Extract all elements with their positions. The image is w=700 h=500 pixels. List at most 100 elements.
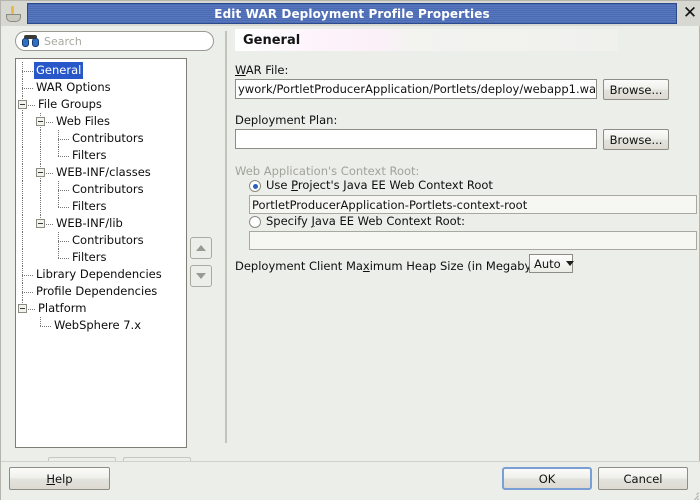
tree-item-filters[interactable]: Filters	[16, 147, 186, 164]
coffee-cup-icon	[3, 3, 25, 25]
specify-context-root-label: Specify Java EE Web Context Root:	[266, 214, 466, 228]
search-placeholder: Search	[44, 34, 82, 48]
section-header: General	[235, 29, 618, 51]
tree-guide	[58, 189, 69, 192]
tree-guide	[40, 317, 42, 326]
heap-size-value: Auto	[534, 256, 561, 271]
move-down-button[interactable]	[190, 265, 212, 287]
tree-guide	[58, 198, 60, 207]
tree-item-filters[interactable]: Filters	[16, 249, 186, 266]
chevron-down-icon	[565, 261, 574, 266]
tree-guide	[22, 164, 24, 181]
context-root-group-label: Web Application's Context Root:	[235, 164, 420, 178]
tree-item-label: Filters	[72, 250, 107, 264]
tree-item-library-dependencies[interactable]: Library Dependencies	[16, 266, 186, 283]
tree-guide	[22, 147, 24, 164]
tree-guide	[40, 147, 42, 164]
tree-item-label: Filters	[72, 199, 107, 213]
cancel-button[interactable]: Cancel	[598, 467, 688, 490]
tree-guide	[40, 325, 51, 328]
tree-item-label: File Groups	[38, 97, 102, 111]
deployment-plan-input[interactable]	[235, 129, 597, 149]
window-title: Edit WAR Deployment Profile Properties	[214, 6, 490, 21]
move-up-button[interactable]	[190, 237, 212, 259]
deployment-plan-browse-button[interactable]: Browse...	[603, 129, 669, 150]
heap-size-select[interactable]: Auto	[529, 254, 574, 273]
tree-guide	[58, 138, 69, 141]
war-file-browse-button[interactable]: Browse...	[603, 79, 669, 100]
tree-guide	[40, 181, 42, 198]
tree-item-general[interactable]: General	[16, 62, 186, 79]
pane-divider	[225, 31, 227, 443]
tree-guide	[58, 155, 69, 158]
tree-guide	[58, 240, 69, 243]
search-input[interactable]: Search	[15, 31, 214, 51]
title-bar-gradient: Edit WAR Deployment Profile Properties	[27, 3, 677, 24]
tree-item-file-groups[interactable]: File Groups	[16, 96, 186, 113]
tree-guide	[40, 198, 42, 215]
tree-item-platform[interactable]: Platform	[16, 300, 186, 317]
tree-guide	[22, 181, 24, 198]
deployment-plan-label: Deployment Plan:	[235, 113, 338, 127]
tree-guide	[22, 87, 33, 90]
tree-guide	[22, 198, 24, 215]
left-pane: Search General WAR Options File Groups Web …	[1, 26, 227, 478]
tree-guide	[58, 257, 69, 260]
tree-collapse-icon[interactable]	[36, 167, 45, 177]
tree-collapse-icon[interactable]	[18, 303, 27, 313]
tree-guide	[22, 291, 33, 294]
navigation-tree: General WAR Options File Groups Web Files Co…	[16, 59, 186, 334]
ok-button[interactable]: OK	[502, 467, 592, 490]
tree-item-contributors[interactable]: Contributors	[16, 232, 186, 249]
tree-item-label: Profile Dependencies	[36, 284, 158, 298]
chevron-up-icon	[196, 245, 206, 251]
tree-item-label: Web Files	[56, 114, 110, 128]
close-icon[interactable]: ✕	[679, 1, 700, 26]
tree-item-label: Contributors	[72, 182, 144, 196]
tree-guide	[22, 70, 33, 73]
tree-collapse-icon[interactable]	[18, 99, 27, 109]
tree-item-label: Filters	[72, 148, 107, 162]
tree-item-label: WEB-INF/classes	[56, 165, 151, 179]
heap-size-label: Deployment Client Maximum Heap Size (in …	[235, 259, 558, 273]
use-project-context-root-input[interactable]: PortletProducerApplication-Portlets-cont…	[249, 195, 697, 214]
tree-item-websphere-7-x[interactable]: WebSphere 7.x	[16, 317, 186, 334]
reorder-buttons	[190, 237, 212, 293]
right-pane: General WAR File: ywork/PortletProducerA…	[231, 26, 699, 461]
tree-collapse-icon[interactable]	[36, 218, 45, 228]
edit-war-deployment-profile-dialog: Edit WAR Deployment Profile Properties ✕…	[0, 0, 700, 500]
tree-guide	[22, 130, 24, 147]
tree-guide	[22, 215, 24, 232]
war-file-label: WAR File:	[235, 63, 289, 77]
specify-context-root-radio[interactable]	[249, 216, 261, 228]
tree-item-web-inf-classes[interactable]: WEB-INF/classes	[16, 164, 186, 181]
specify-context-root-input[interactable]	[249, 231, 697, 250]
war-file-input[interactable]: ywork/PortletProducerApplication/Portlet…	[235, 79, 597, 99]
dialog-footer: Help OK Cancel	[1, 461, 700, 500]
tree-collapse-icon[interactable]	[36, 116, 45, 126]
tree-item-profile-dependencies[interactable]: Profile Dependencies	[16, 283, 186, 300]
tree-item-contributors[interactable]: Contributors	[16, 181, 186, 198]
tree-item-web-inf-lib[interactable]: WEB-INF/lib	[16, 215, 186, 232]
tree-item-label: WAR Options	[36, 80, 111, 94]
chevron-down-icon	[196, 273, 206, 279]
help-button[interactable]: Help	[9, 467, 110, 490]
tree-item-web-files[interactable]: Web Files	[16, 113, 186, 130]
use-project-context-root-radio[interactable]	[249, 180, 261, 192]
page-title: General	[243, 32, 301, 48]
tree-item-filters[interactable]: Filters	[16, 198, 186, 215]
tree-guide	[22, 232, 24, 249]
title-bar: Edit WAR Deployment Profile Properties ✕	[1, 1, 700, 26]
tree-guide	[22, 274, 33, 277]
tree-guide	[22, 249, 24, 266]
tree-item-contributors[interactable]: Contributors	[16, 130, 186, 147]
tree-item-label: General	[34, 62, 84, 79]
tree-item-label: Contributors	[72, 233, 144, 247]
tree-item-label: Library Dependencies	[36, 267, 162, 281]
navigation-tree-panel[interactable]: General WAR Options File Groups Web Files Co…	[15, 58, 187, 448]
tree-item-war-options[interactable]: WAR Options	[16, 79, 186, 96]
resize-grip-icon[interactable]	[687, 489, 699, 500]
tree-item-label: WEB-INF/lib	[56, 216, 123, 230]
binoculars-icon	[22, 34, 39, 48]
tree-item-label: WebSphere 7.x	[54, 318, 142, 332]
